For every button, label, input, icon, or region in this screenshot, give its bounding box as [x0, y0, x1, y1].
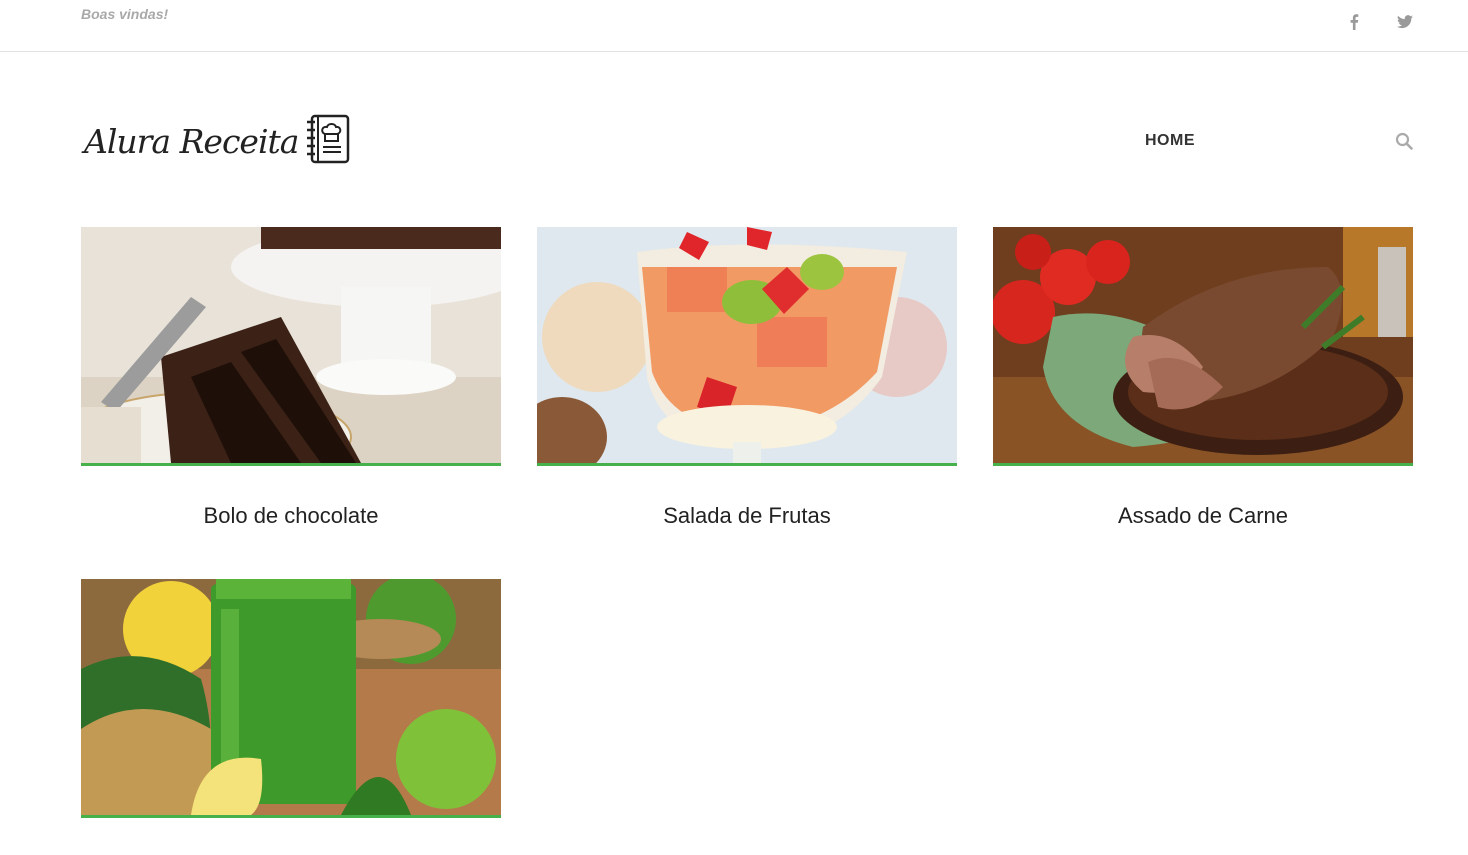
site-header: Alura Receita HOME — [0, 53, 1468, 223]
nav-home-link[interactable]: HOME — [1145, 132, 1195, 150]
site-logo[interactable]: Alura Receita — [84, 114, 352, 169]
recipe-book-icon — [306, 114, 352, 169]
recipe-card-assado-de-carne[interactable]: Assado de Carne — [993, 227, 1413, 529]
recipe-card-green-juice[interactable] — [81, 579, 501, 855]
recipe-image[interactable] — [993, 227, 1413, 466]
twitter-icon[interactable] — [1396, 13, 1414, 31]
search-icon[interactable] — [1395, 132, 1415, 152]
recipe-title[interactable]: Assado de Carne — [993, 503, 1413, 529]
top-bar: Boas vindas! — [0, 0, 1468, 52]
welcome-text: Boas vindas! — [81, 6, 169, 22]
recipe-card-bolo-de-chocolate[interactable]: Bolo de chocolate — [81, 227, 501, 529]
recipe-title[interactable]: Salada de Frutas — [537, 503, 957, 529]
recipe-image[interactable] — [81, 227, 501, 466]
recipe-title[interactable]: Bolo de chocolate — [81, 503, 501, 529]
recipe-image[interactable] — [537, 227, 957, 466]
recipe-card-salada-de-frutas[interactable]: Salada de Frutas — [537, 227, 957, 529]
facebook-icon[interactable] — [1345, 13, 1363, 31]
recipe-image[interactable] — [81, 579, 501, 818]
logo-text: Alura Receita — [84, 122, 299, 161]
